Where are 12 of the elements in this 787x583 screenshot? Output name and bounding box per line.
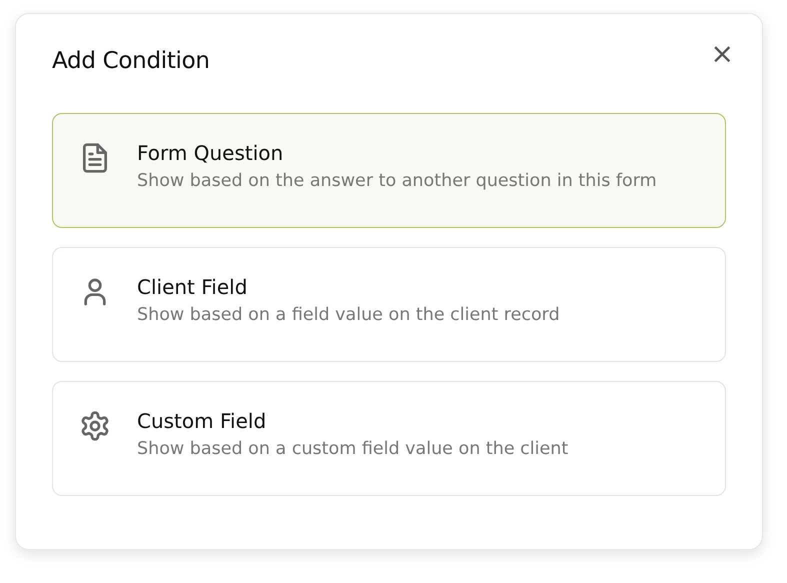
option-description: Show based on a custom field value on the client <box>137 439 568 459</box>
close-button[interactable]: × <box>706 40 738 68</box>
option-title: Custom Field <box>137 409 268 433</box>
condition-option[interactable]: Custom Field Show based on a custom field value on the client <box>52 381 726 496</box>
dialog-title: Add Condition <box>52 48 210 74</box>
option-description: Show based on a field value on the client record <box>137 305 560 325</box>
condition-option[interactable]: Client Field Show based on a field value on the client record <box>52 247 726 362</box>
option-title: Client Field <box>137 275 248 299</box>
condition-option[interactable]: Form Question Show based on the answer to another question in this form <box>52 113 726 228</box>
option-title: Form Question <box>137 141 284 165</box>
option-description: Show based on the answer to another question in this form <box>137 171 657 191</box>
settings-icon <box>79 410 111 442</box>
